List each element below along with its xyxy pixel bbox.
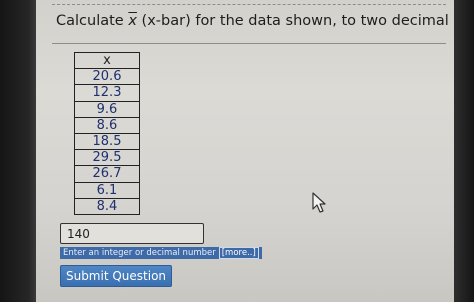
mouse-pointer-icon xyxy=(312,192,326,213)
table-header-row: x xyxy=(74,51,140,70)
table-cell: 18.5 xyxy=(74,132,140,151)
monitor-bezel-right xyxy=(454,0,474,302)
table-cell: 6.1 xyxy=(74,181,140,199)
submit-question-button[interactable]: Submit Question xyxy=(60,265,172,287)
table-cell: 9.6 xyxy=(74,100,140,118)
question-panel: Calculate x (x-bar) for the data shown, … xyxy=(36,0,454,302)
table-row: 12.3 xyxy=(74,84,140,102)
question-suffix: (x-bar) for the data shown, to two decim… xyxy=(141,13,454,29)
table-row: 20.6 xyxy=(74,68,140,86)
question-text: Calculate x (x-bar) for the data shown, … xyxy=(56,13,454,29)
table-row: 9.6 xyxy=(74,100,140,118)
table-row: 18.5 xyxy=(74,132,140,151)
question-prefix: Calculate xyxy=(56,13,129,29)
table-row: 8.4 xyxy=(74,197,140,215)
hint-text: Enter an integer or decimal number xyxy=(63,248,216,258)
more-link[interactable]: [more..] xyxy=(218,247,259,259)
monitor-bezel-left xyxy=(0,0,36,302)
data-table: x 20.6 12.3 9.6 8.6 18.5 29.5 26.7 6.1 8… xyxy=(74,51,140,215)
answer-input[interactable] xyxy=(60,223,204,244)
table-cell: 8.4 xyxy=(74,197,140,215)
table-row: 8.6 xyxy=(74,116,140,134)
input-hint: Enter an integer or decimal number [more.… xyxy=(60,247,262,259)
table-row: 29.5 xyxy=(74,149,140,167)
table-cell: 26.7 xyxy=(74,165,140,183)
table-row: 26.7 xyxy=(74,165,140,183)
xbar-symbol: x xyxy=(128,13,137,29)
table-cell: 8.6 xyxy=(74,116,140,134)
column-header-x: x xyxy=(74,51,140,70)
top-divider xyxy=(52,4,446,6)
table-row: 6.1 xyxy=(74,181,140,199)
table-cell: 12.3 xyxy=(74,84,140,102)
table-cell: 29.5 xyxy=(74,149,140,167)
question-divider xyxy=(52,43,446,44)
table-cell: 20.6 xyxy=(74,68,140,86)
